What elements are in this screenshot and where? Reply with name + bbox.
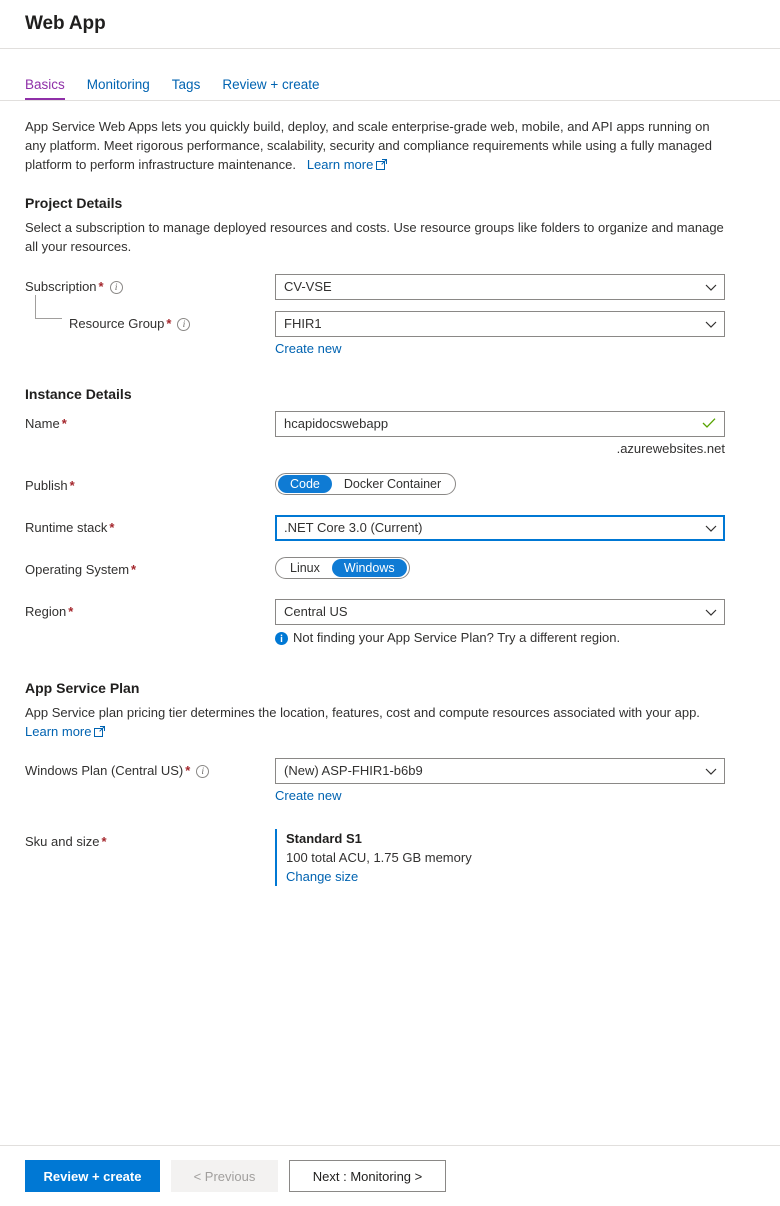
- resource-group-label-group: Resource Group * i: [25, 295, 275, 332]
- sku-summary-card: Standard S1 100 total ACU, 1.75 GB memor…: [275, 829, 755, 886]
- tab-monitoring[interactable]: Monitoring: [87, 77, 150, 101]
- runtime-stack-label: Runtime stack: [25, 520, 108, 535]
- tab-tags[interactable]: Tags: [172, 77, 201, 101]
- subscription-label: Subscription: [25, 279, 97, 294]
- tab-basics[interactable]: Basics: [25, 77, 65, 100]
- app-service-plan-description-text: App Service plan pricing tier determines…: [25, 705, 700, 720]
- sku-and-size-row: Sku and size * Standard S1 100 total ACU,…: [25, 829, 755, 886]
- required-asterisk: *: [61, 416, 67, 431]
- previous-button: < Previous: [171, 1160, 278, 1192]
- os-option-windows[interactable]: Windows: [331, 559, 407, 577]
- windows-plan-field: (New) ASP-FHIR1-b6b9 Create new: [275, 758, 755, 803]
- subscription-label-group: Subscription * i: [25, 274, 275, 295]
- windows-plan-row: Windows Plan (Central US) * i (New) ASP-FH…: [25, 758, 755, 803]
- window-titlebar: Web App: [0, 0, 780, 49]
- required-asterisk: *: [68, 604, 74, 619]
- review-create-button[interactable]: Review + create: [25, 1160, 160, 1192]
- publish-field: Code Docker Container: [275, 473, 755, 495]
- next-monitoring-button[interactable]: Next : Monitoring >: [289, 1160, 446, 1192]
- name-label: Name: [25, 416, 60, 431]
- required-asterisk: *: [166, 316, 172, 331]
- info-circle-icon[interactable]: i: [177, 318, 191, 331]
- operating-system-label: Operating System: [25, 562, 130, 577]
- region-hint-text: Not finding your App Service Plan? Try a…: [293, 630, 621, 645]
- subscription-row: Subscription * i CV-VSE: [25, 274, 755, 300]
- name-input[interactable]: hcapidocswebapp: [275, 411, 725, 437]
- os-option-linux[interactable]: Linux: [278, 559, 332, 577]
- sku-tier-name: Standard S1: [286, 831, 362, 846]
- runtime-stack-select[interactable]: .NET Core 3.0 (Current): [275, 515, 725, 541]
- publish-option-code[interactable]: Code: [278, 475, 332, 493]
- subscription-select[interactable]: CV-VSE: [275, 274, 725, 300]
- external-link-icon: [376, 156, 388, 175]
- name-label-group: Name *: [25, 411, 275, 432]
- info-filled-icon: [275, 632, 288, 648]
- required-asterisk: *: [109, 520, 115, 535]
- operating-system-field: Linux Windows: [275, 557, 755, 579]
- tab-review-create[interactable]: Review + create: [222, 77, 319, 101]
- name-row: Name * hcapidocswebapp .azurewebsites.net: [25, 411, 755, 456]
- app-service-plan-heading: App Service Plan: [25, 680, 140, 696]
- windows-plan-label-group: Windows Plan (Central US) * i: [25, 758, 275, 779]
- intro-paragraph: App Service Web Apps lets you quickly bu…: [25, 117, 725, 175]
- name-suffix: .azurewebsites.net: [616, 441, 725, 456]
- sku-details: 100 total ACU, 1.75 GB memory: [286, 850, 472, 865]
- checkmark-icon: [702, 417, 716, 432]
- publish-label-group: Publish *: [25, 473, 275, 494]
- intro-learn-more-link[interactable]: Learn more: [307, 156, 388, 175]
- required-asterisk: *: [69, 478, 75, 493]
- region-label-group: Region *: [25, 599, 275, 620]
- sku-and-size-field: Standard S1 100 total ACU, 1.75 GB memor…: [275, 829, 755, 886]
- sku-and-size-label: Sku and size: [25, 834, 100, 849]
- project-details-heading: Project Details: [25, 195, 123, 211]
- sku-and-size-label-group: Sku and size *: [25, 829, 275, 850]
- operating-system-row: Operating System * Linux Windows: [25, 557, 755, 583]
- info-circle-icon[interactable]: i: [196, 765, 210, 778]
- wizard-tabs: Basics Monitoring Tags Review + create: [0, 49, 780, 101]
- region-select[interactable]: Central US: [275, 599, 725, 625]
- required-asterisk: *: [185, 763, 191, 778]
- basics-form: App Service Web Apps lets you quickly bu…: [0, 101, 780, 886]
- region-hint: Not finding your App Service Plan? Try a…: [275, 630, 745, 648]
- external-link-icon: [94, 723, 106, 742]
- required-asterisk: *: [101, 834, 107, 849]
- operating-system-label-group: Operating System *: [25, 557, 275, 578]
- app-service-plan-learn-more-link[interactable]: Learn more: [25, 723, 106, 742]
- windows-plan-create-new-link[interactable]: Create new: [275, 788, 341, 803]
- app-service-plan-description: App Service plan pricing tier determines…: [25, 703, 725, 742]
- publish-row: Publish * Code Docker Container: [25, 473, 755, 499]
- change-size-link[interactable]: Change size: [286, 867, 358, 886]
- resource-group-select[interactable]: FHIR1: [275, 311, 725, 337]
- resource-group-create-new-link[interactable]: Create new: [275, 341, 341, 356]
- runtime-stack-row: Runtime stack * .NET Core 3.0 (Current): [25, 515, 755, 541]
- runtime-stack-field: .NET Core 3.0 (Current): [275, 515, 755, 541]
- project-details-description: Select a subscription to manage deployed…: [25, 220, 724, 254]
- required-asterisk: *: [98, 279, 104, 294]
- region-label: Region: [25, 604, 67, 619]
- windows-plan-select[interactable]: (New) ASP-FHIR1-b6b9: [275, 758, 725, 784]
- instance-details-heading: Instance Details: [25, 386, 132, 402]
- runtime-stack-label-group: Runtime stack *: [25, 515, 275, 536]
- required-asterisk: *: [131, 562, 137, 577]
- page-title: Web App: [25, 13, 106, 34]
- resource-group-field: FHIR1 Create new: [275, 311, 755, 356]
- windows-plan-label: Windows Plan (Central US): [25, 763, 184, 778]
- publish-label: Publish: [25, 478, 68, 493]
- name-field: hcapidocswebapp .azurewebsites.net: [275, 411, 755, 456]
- hierarchy-connector: [35, 295, 62, 319]
- publish-toggle[interactable]: Code Docker Container: [275, 473, 457, 495]
- region-row: Region * Central US Not finding your App …: [25, 599, 755, 648]
- operating-system-toggle[interactable]: Linux Windows: [275, 557, 410, 579]
- info-circle-icon[interactable]: i: [109, 281, 123, 294]
- resource-group-row: Resource Group * i FHIR1 Create new: [25, 295, 755, 356]
- resource-group-label: Resource Group: [69, 316, 165, 331]
- wizard-footer: Review + create < Previous Next : Monito…: [0, 1145, 780, 1206]
- publish-option-docker-container[interactable]: Docker Container: [332, 475, 453, 493]
- subscription-field: CV-VSE: [275, 274, 755, 300]
- region-field: Central US Not finding your App Service …: [275, 599, 755, 648]
